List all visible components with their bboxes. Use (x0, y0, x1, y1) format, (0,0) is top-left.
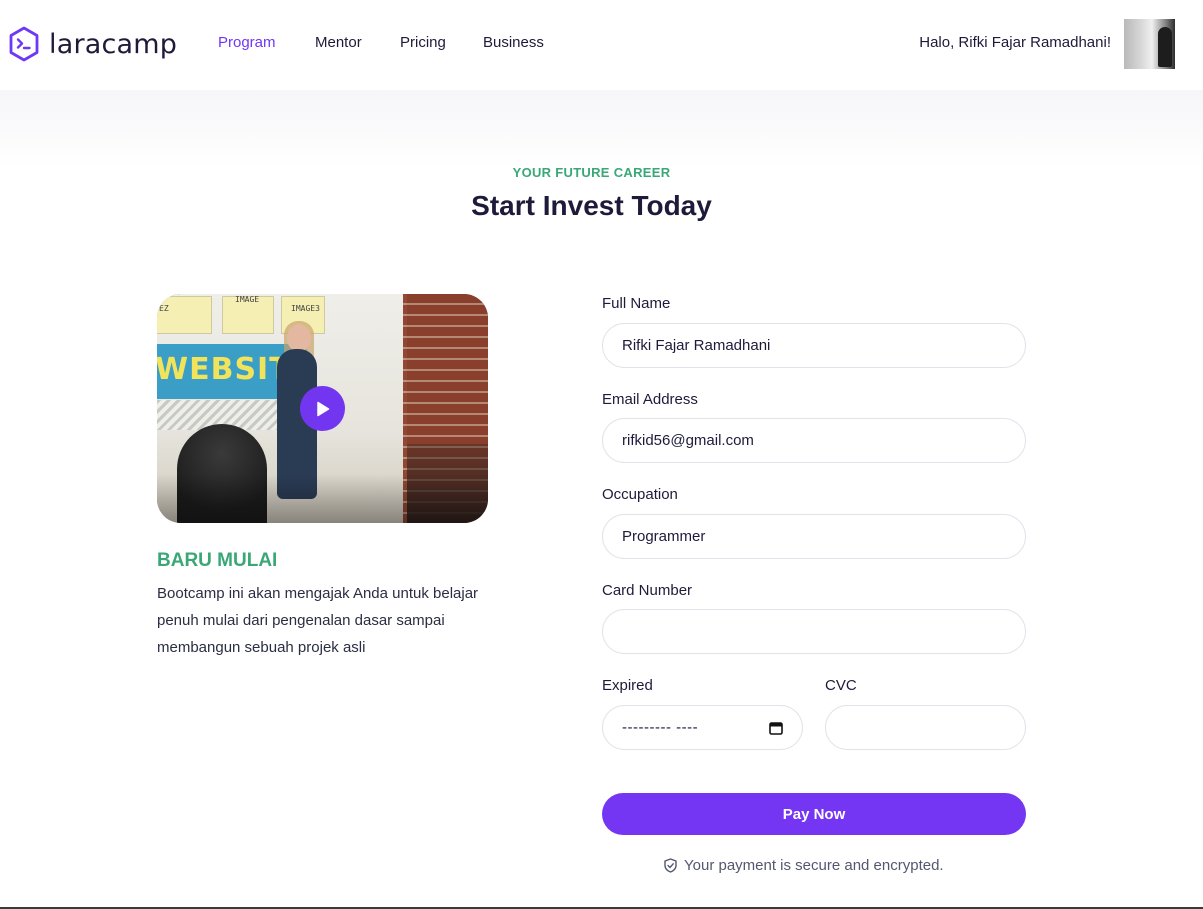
nav-program[interactable]: Program (218, 34, 276, 51)
occupation-input[interactable]: Programmer (602, 514, 1026, 559)
logo[interactable]: laracamp (8, 26, 177, 62)
nav-business[interactable]: Business (483, 34, 544, 51)
email-input[interactable]: rifkid56@gmail.com (602, 418, 1026, 463)
logo-text: laracamp (49, 28, 178, 60)
section-eyebrow: YOUR FUTURE CAREER (512, 165, 671, 180)
expired-label: Expired (602, 677, 653, 694)
full-name-value: Rifki Fajar Ramadhani (622, 337, 771, 354)
video-note (157, 296, 212, 334)
card-description: Bootcamp ini akan mengajak Anda untuk be… (157, 585, 479, 656)
secure-note-text: Your payment is secure and encrypted. (684, 857, 944, 874)
user-greeting: Halo, Rifki Fajar Ramadhani! (919, 34, 1111, 51)
nav-pricing[interactable]: Pricing (400, 34, 446, 51)
occupation-value: Programmer (622, 528, 706, 545)
play-icon (316, 401, 329, 416)
shield-check-icon (664, 858, 677, 873)
logo-hexagon-icon (9, 26, 39, 62)
cvc-label: CVC (825, 677, 857, 694)
play-button[interactable] (300, 386, 345, 431)
navbar: laracamp Program Mentor Pricing Business… (0, 0, 1203, 90)
full-name-label: Full Name (602, 295, 671, 312)
email-label: Email Address (602, 391, 698, 408)
expired-placeholder: --------- ---- (622, 719, 699, 736)
expired-date-input[interactable]: --------- ---- (602, 705, 803, 750)
video-note-text: IMAGE3 (291, 304, 320, 313)
occupation-label: Occupation (602, 486, 678, 503)
page-title: Start Invest Today (471, 190, 712, 221)
card-number-label: Card Number (602, 582, 693, 599)
secure-note: Your payment is secure and encrypted. (664, 857, 944, 874)
nav-mentor[interactable]: Mentor (315, 34, 362, 51)
user-avatar[interactable] (1124, 19, 1175, 69)
video-note-text: EZ (159, 304, 169, 313)
full-name-input[interactable]: Rifki Fajar Ramadhani (602, 323, 1026, 368)
video-shade (157, 474, 488, 523)
card-title: BARU MULAI (157, 550, 278, 571)
video-note-text: IMAGE (235, 295, 260, 304)
email-value: rifkid56@gmail.com (622, 432, 754, 449)
cvc-input[interactable] (825, 705, 1026, 750)
card-number-input[interactable] (602, 609, 1026, 654)
pay-now-button[interactable]: Pay Now (602, 793, 1026, 835)
calendar-icon[interactable] (769, 721, 783, 735)
video-person-head (287, 324, 311, 352)
